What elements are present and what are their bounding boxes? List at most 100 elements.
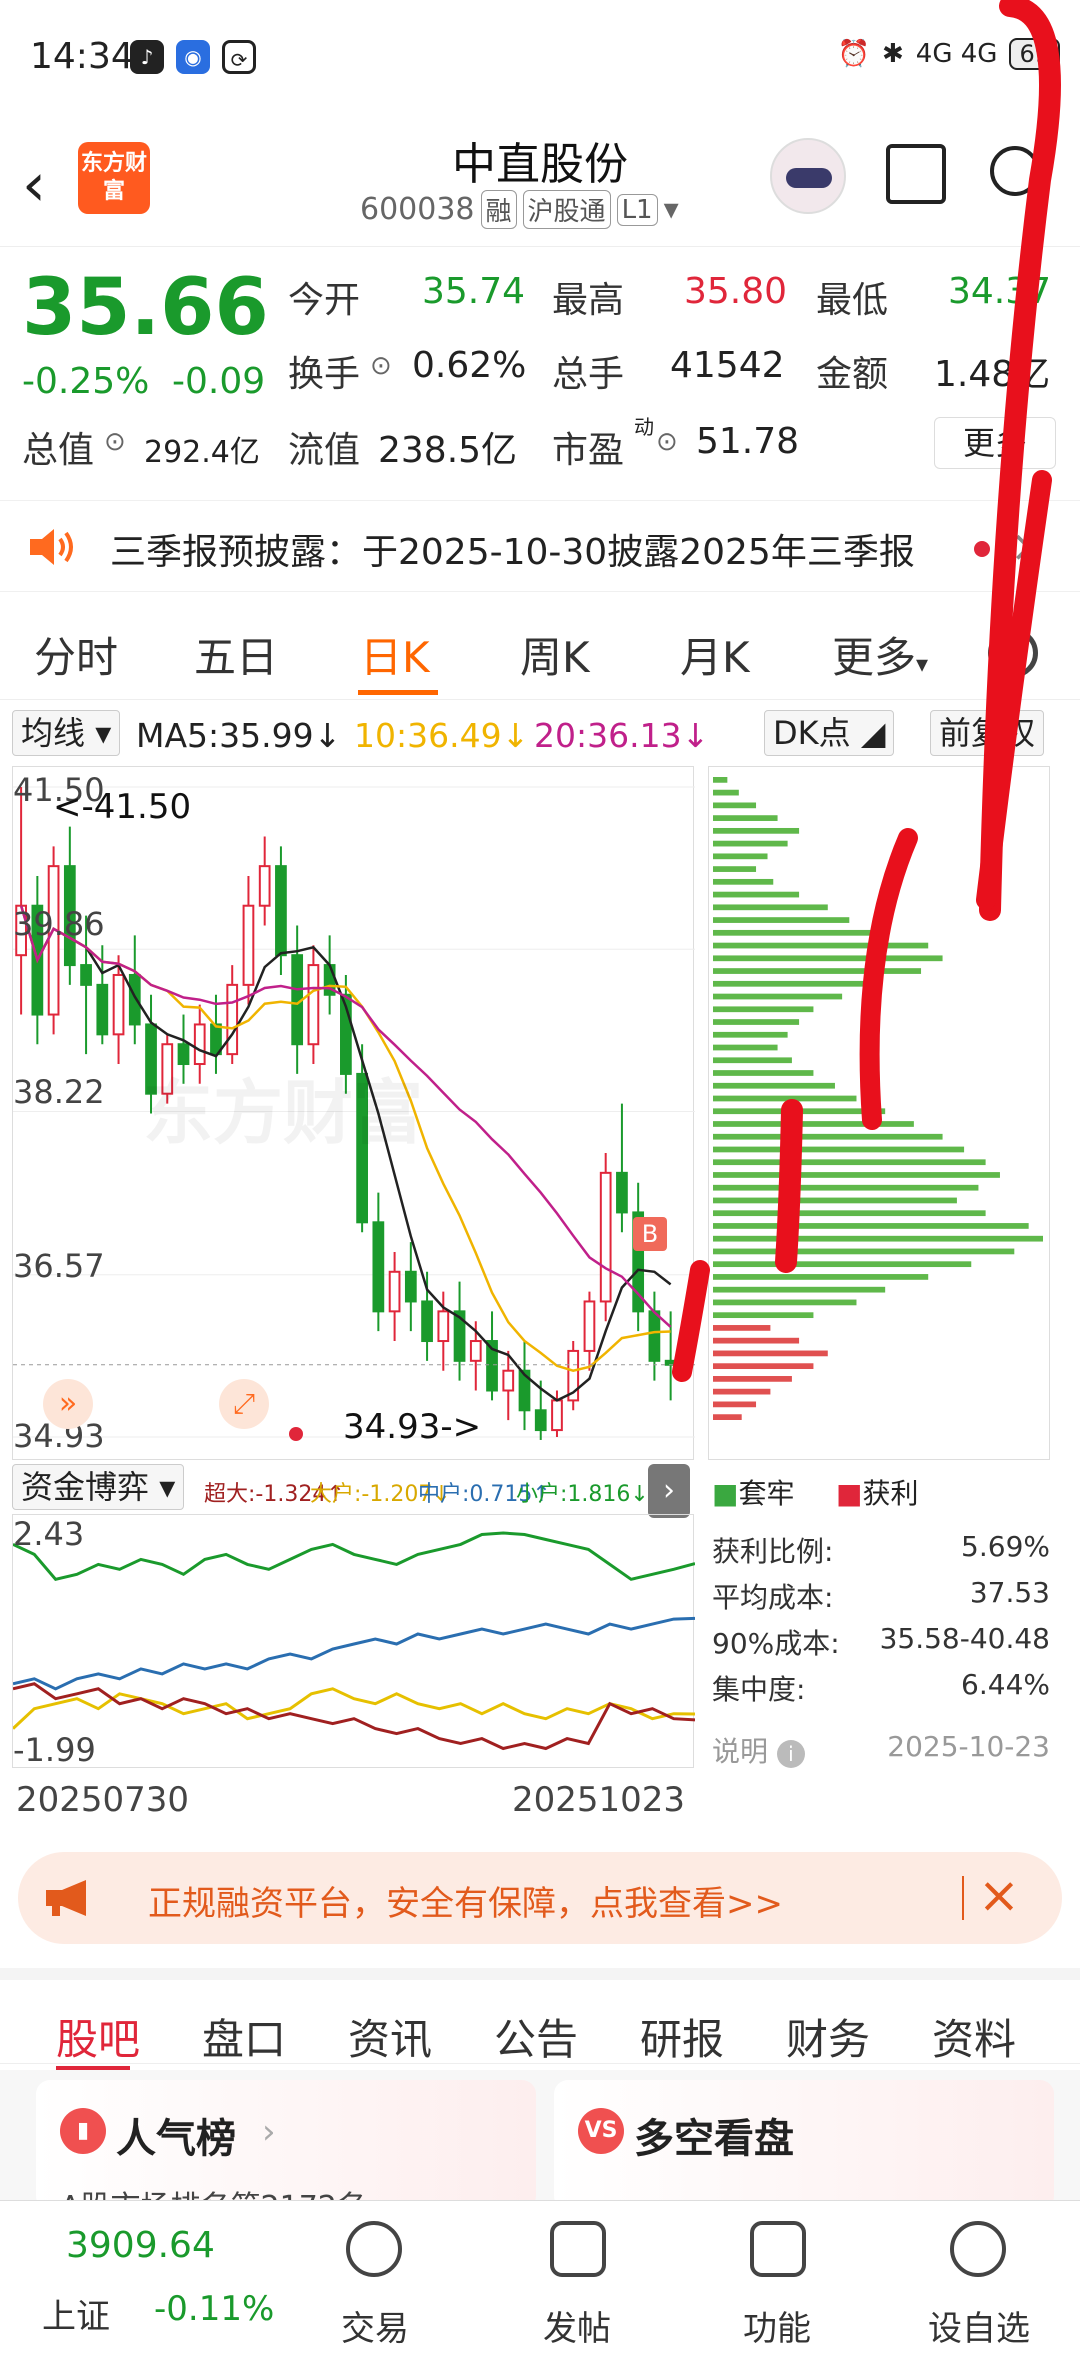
open-label: 今开 — [288, 280, 361, 321]
gear-icon[interactable] — [988, 628, 1038, 678]
info-icon[interactable]: ⊙ — [104, 427, 126, 457]
tab-monthly-k[interactable]: 月K — [680, 624, 750, 685]
event-dot[interactable] — [289, 1427, 303, 1441]
y-top-label: 2.43 — [13, 1515, 85, 1553]
chart-period-tabs: 分时 五日 日K 周K 月K 更多▾ — [0, 600, 1080, 700]
cost-bar-trapped — [713, 1261, 972, 1268]
tab-weekly-k[interactable]: 周K — [520, 624, 590, 685]
cost-bar-trapped — [713, 1133, 943, 1140]
close-icon[interactable]: × — [978, 1866, 1020, 1924]
tab-announcements[interactable]: 公告 — [494, 2006, 578, 2067]
index-name[interactable]: 上证 — [42, 2289, 110, 2338]
margin-tag: 融 — [480, 190, 517, 229]
nav-trade[interactable]: 交易 — [300, 2301, 450, 2350]
nav-functions[interactable]: 功能 — [702, 2301, 852, 2350]
nav-post[interactable]: 发帖 — [502, 2301, 652, 2350]
cost-bar-trapped — [713, 929, 871, 936]
index-value[interactable]: 3909.64 — [66, 2225, 215, 2266]
avg-cost-value: 37.53 — [969, 1576, 1050, 1609]
cost-bar-trapped — [713, 840, 788, 847]
cost-bar-trapped — [713, 904, 828, 911]
bottom-nav: 3909.64 上证 -0.11% 交易 发帖 功能 设自选 — [0, 2200, 1080, 2376]
kline-chart[interactable]: 41.50 39.86 38.22 36.57 34.93 <-41.50 34… — [12, 766, 695, 1460]
y-tick-label: 38.22 — [13, 1073, 105, 1111]
info-icon[interactable]: ⊙ — [370, 351, 392, 381]
high-label: 最高 — [552, 280, 625, 321]
amount-value: 1.48亿 — [934, 354, 1051, 395]
popularity-title: 人气榜 — [116, 2116, 236, 2162]
candle-body — [275, 865, 287, 957]
ma-selector[interactable]: 均线 ▾ — [12, 710, 121, 756]
tab-daily-k[interactable]: 日K — [360, 624, 430, 685]
cost-bar-trapped — [713, 1121, 914, 1127]
y-tick-label: 39.86 — [13, 905, 105, 943]
profit-ratio-value: 5.69% — [961, 1530, 1050, 1563]
nav-watchlist[interactable]: 设自选 — [904, 2301, 1054, 2350]
share-icon[interactable] — [886, 144, 946, 204]
tab-research[interactable]: 研报 — [640, 2006, 724, 2067]
capital-flow-chart[interactable]: 2.43 -1.99 — [11, 1514, 696, 1769]
index-change[interactable]: -0.11% — [154, 2289, 274, 2329]
tab-guba[interactable]: 股吧 — [56, 2006, 140, 2067]
legend-trapped: ■套牢 — [712, 1477, 795, 1510]
grid-icon[interactable] — [750, 2221, 806, 2277]
notice-bar[interactable]: 三季报预披露：于2025-10-30披露2025年三季报 × — [0, 500, 1080, 592]
long-short-card[interactable]: VS 多空看盘 — [554, 2080, 1054, 2210]
ma10-value: 10:36.49↓ — [354, 716, 530, 755]
app-notification-icon: ◉ — [176, 40, 210, 74]
alarm-icon: ⏰ — [837, 39, 870, 69]
unread-dot — [974, 541, 990, 557]
legend-profit: ■获利 — [836, 1477, 919, 1510]
candle-body — [242, 904, 255, 986]
info-icon[interactable]: ⊙ — [656, 427, 678, 457]
last-price: 35.66 — [22, 263, 269, 353]
turnover-label: 换手 — [288, 354, 361, 395]
cost-distribution-chart[interactable] — [708, 766, 1050, 1460]
capital-selector[interactable]: 资金博弈 ▾ — [12, 1464, 185, 1510]
expand-left-icon[interactable]: » — [43, 1379, 93, 1429]
candle-body — [551, 1399, 563, 1432]
close-icon[interactable]: × — [1010, 521, 1047, 572]
candle-body — [388, 1270, 401, 1313]
dk-point-button[interactable]: DK点 ◢ — [764, 710, 895, 756]
tab-intraday[interactable]: 分时 — [34, 624, 118, 685]
popularity-card[interactable]: ▮ 人气榜 › A股市场排名第2172名 — [36, 2080, 536, 2225]
cost-bar-trapped — [713, 1248, 1015, 1255]
sync-icon: ⟳ — [222, 40, 256, 74]
long-short-title: 多空看盘 — [634, 2116, 794, 2162]
tab-more[interactable]: 更多▾ — [832, 624, 928, 685]
tab-finance[interactable]: 财务 — [786, 2006, 870, 2067]
search-icon[interactable] — [990, 146, 1040, 196]
section-tabs: 股吧 盘口 资讯 公告 研报 财务 资料 — [0, 1968, 1080, 2071]
cost-bar-trapped — [713, 993, 843, 1000]
candle-body — [258, 865, 271, 907]
tab-orderbook[interactable]: 盘口 — [202, 2006, 286, 2067]
promo-banner[interactable]: 正规融资平台，安全有保障，点我查看>> × — [18, 1852, 1062, 1944]
quote-panel: 35.66 -0.25% -0.09 今开 35.74 最高 35.80 最低 … — [0, 246, 1080, 496]
candle-body — [372, 1221, 385, 1313]
tab-five-day[interactable]: 五日 — [194, 624, 278, 685]
tab-news[interactable]: 资讯 — [348, 2006, 432, 2067]
more-dots-icon[interactable] — [950, 2221, 1006, 2277]
adjust-button[interactable]: 前复权 — [930, 710, 1045, 756]
compose-icon[interactable] — [550, 2221, 606, 2277]
cost-bar-trapped — [713, 1019, 800, 1025]
ma-row: 均线 ▾ MA5:35.99↓ 10:36.49↓ 20:36.13↓ DK点 … — [0, 708, 1080, 760]
cost-bar-trapped — [713, 1210, 986, 1217]
ai-assistant-icon[interactable] — [770, 138, 846, 214]
status-time: 14:34 — [30, 36, 134, 77]
cost-bar-trapped — [713, 1057, 792, 1064]
cost-bar-trapped — [713, 968, 922, 974]
more-button[interactable]: 更多 — [934, 417, 1056, 469]
capital-line — [12, 1616, 696, 1691]
cost90-value: 35.58-40.48 — [879, 1622, 1050, 1655]
vs-icon: VS — [578, 2108, 624, 2154]
note-link[interactable]: 说明 i — [712, 1730, 805, 1770]
fullscreen-icon[interactable]: ⤢ — [219, 1379, 269, 1429]
stock-code-row[interactable]: 600038 融 沪股通 L1 ▾ — [360, 190, 679, 229]
buy-marker[interactable]: B — [633, 1217, 667, 1251]
tab-profile[interactable]: 资料 — [932, 2006, 1016, 2067]
chevron-right-icon[interactable]: › — [648, 1464, 690, 1518]
cost-bar-trapped — [713, 1159, 986, 1166]
trade-icon[interactable] — [346, 2221, 402, 2277]
